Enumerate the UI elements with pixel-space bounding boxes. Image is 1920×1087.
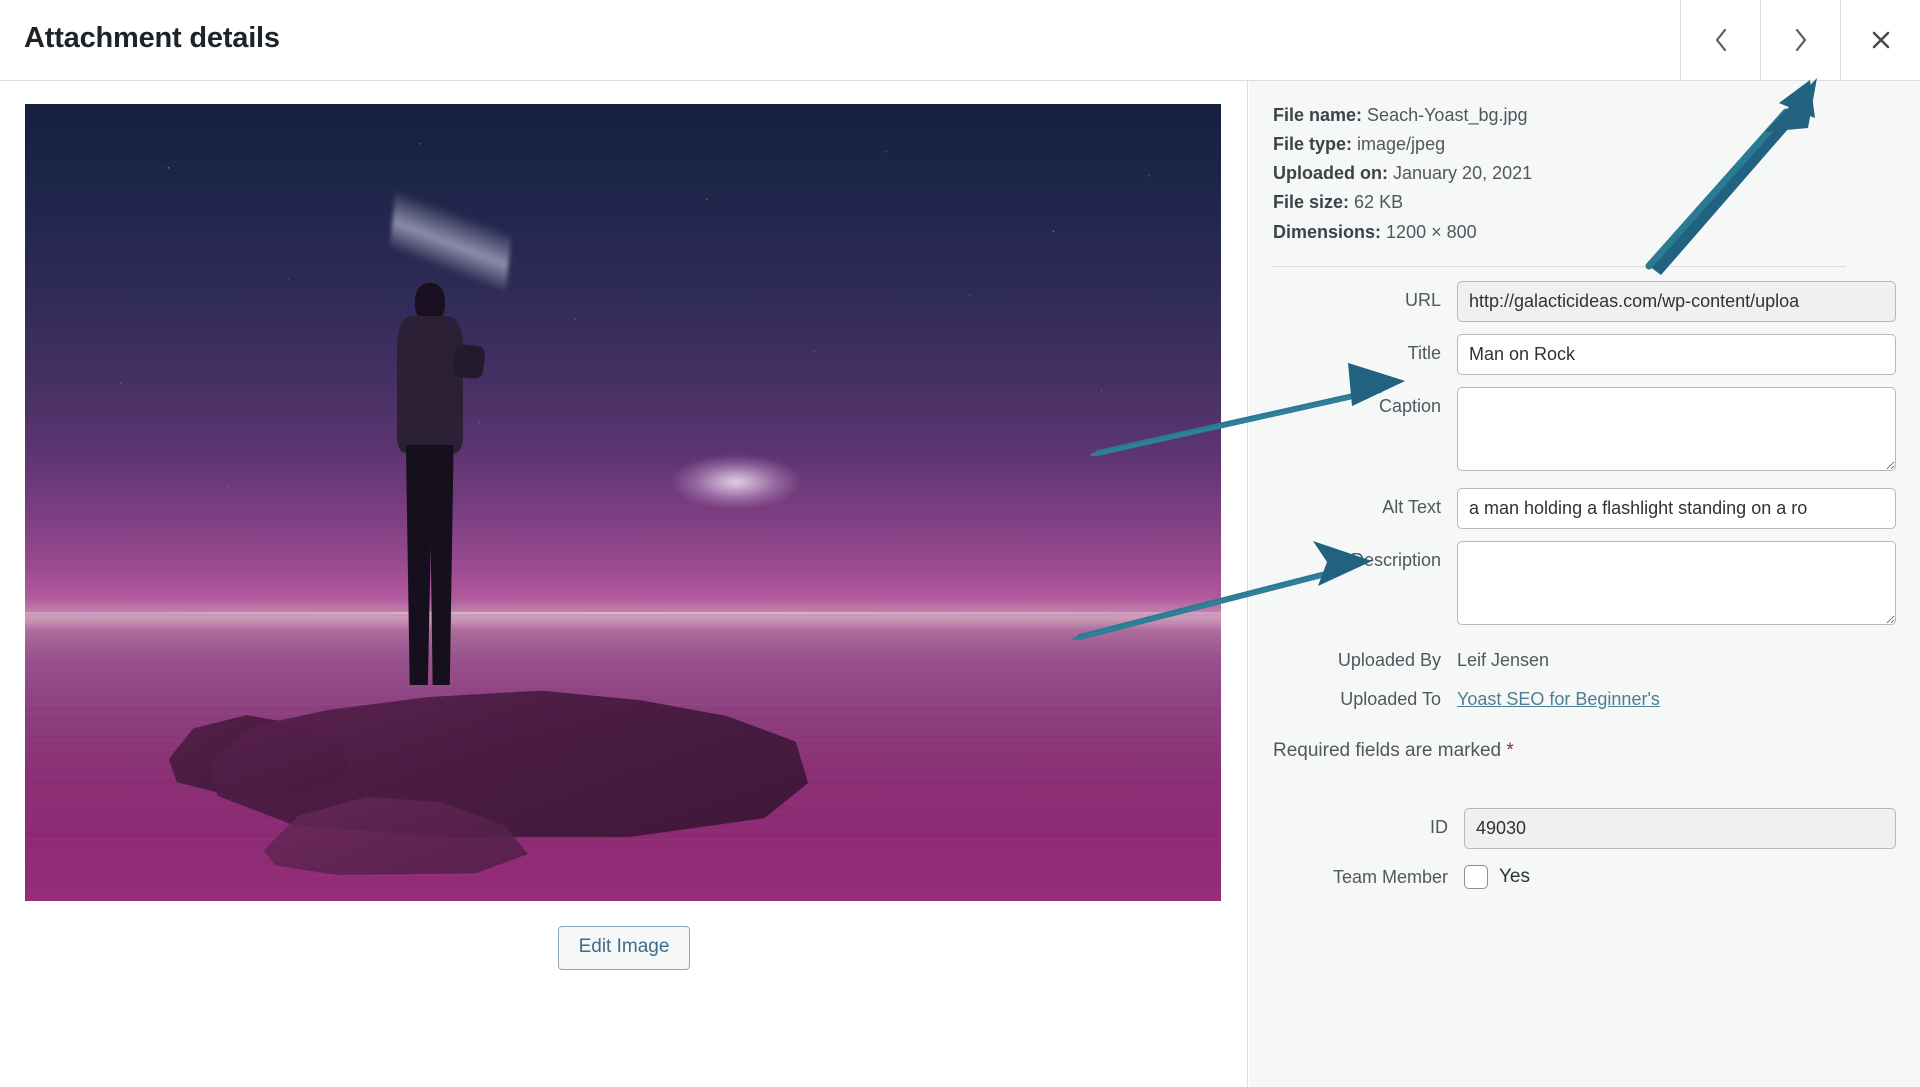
meta-dimensions-label: Dimensions: xyxy=(1273,221,1382,242)
caption-row: Caption xyxy=(1249,387,1920,476)
uploaded-by-value: Leif Jensen xyxy=(1457,650,1550,670)
meta-dimensions: Dimensions: 1200 × 800 xyxy=(1273,218,1873,247)
attachment-details-modal: Attachment details Edit Image File name:… xyxy=(0,0,1920,1087)
meta-file-type-value: image/jpeg xyxy=(1357,134,1446,155)
meta-file-size: File size: 62 KB xyxy=(1273,188,1873,217)
meta-file-type: File type: image/jpeg xyxy=(1273,130,1873,159)
person-arm xyxy=(451,344,485,381)
uploaded-by-row: Uploaded By Leif Jensen xyxy=(1249,650,1920,671)
description-textarea[interactable] xyxy=(1457,541,1896,625)
person-torso xyxy=(396,316,463,454)
alt-text-input[interactable] xyxy=(1457,488,1896,529)
meta-file-size-value: 62 KB xyxy=(1354,192,1404,213)
meta-file-name: File name: Seach-Yoast_bg.jpg xyxy=(1273,101,1873,130)
uploaded-to-row: Uploaded To Yoast SEO for Beginner's xyxy=(1249,689,1920,710)
attachment-preview-image xyxy=(25,104,1221,901)
modal-header: Attachment details xyxy=(0,0,1920,81)
person-silhouette xyxy=(372,283,486,697)
caption-textarea[interactable] xyxy=(1457,387,1896,471)
required-fields-note: Required fields are marked * xyxy=(1273,740,1920,762)
meta-uploaded-on-label: Uploaded on: xyxy=(1273,163,1388,184)
close-modal-button[interactable] xyxy=(1840,0,1920,80)
meta-file-size-label: File size: xyxy=(1273,192,1350,213)
media-preview-pane: Edit Image xyxy=(0,81,1248,1087)
edit-image-row: Edit Image xyxy=(0,926,1248,970)
meta-file-type-label: File type: xyxy=(1273,134,1353,155)
attachment-fields: URL Title Caption Alt Text xyxy=(1249,281,1920,901)
close-icon xyxy=(1869,28,1893,52)
uploaded-to-label: Uploaded To xyxy=(1340,689,1441,709)
team-member-row: Team Member Yes xyxy=(1249,865,1920,889)
person-legs xyxy=(405,444,454,686)
meta-file-name-value: Seach-Yoast_bg.jpg xyxy=(1367,105,1528,125)
required-fields-text: Required fields are marked xyxy=(1273,740,1507,761)
description-row: Description xyxy=(1249,541,1920,630)
title-label: Title xyxy=(1407,343,1441,363)
meta-file-name-label: File name: xyxy=(1273,105,1363,125)
person-head xyxy=(414,283,445,321)
id-input[interactable] xyxy=(1464,808,1896,849)
team-member-checkbox[interactable] xyxy=(1464,865,1488,889)
custom-fields: ID Team Member Yes xyxy=(1249,808,1920,889)
team-member-label: Team Member xyxy=(1332,866,1448,887)
page-title: Attachment details xyxy=(24,22,280,54)
id-row: ID xyxy=(1249,808,1920,849)
divider xyxy=(1273,266,1846,267)
cloud-glow xyxy=(670,454,801,509)
description-label: Description xyxy=(1350,550,1441,570)
team-member-option-label: Yes xyxy=(1499,866,1530,887)
meta-uploaded-on: Uploaded on: January 20, 2021 xyxy=(1273,159,1873,188)
url-row: URL xyxy=(1249,281,1920,322)
url-input[interactable] xyxy=(1457,281,1896,322)
attachment-details-pane: File name: Seach-Yoast_bg.jpg File type:… xyxy=(1249,81,1920,1087)
previous-attachment-button[interactable] xyxy=(1680,0,1760,80)
required-marker: * xyxy=(1506,740,1514,761)
header-button-group xyxy=(1680,0,1920,80)
chevron-right-icon xyxy=(1790,25,1812,55)
title-row: Title xyxy=(1249,334,1920,375)
uploaded-by-label: Uploaded By xyxy=(1337,650,1441,670)
alt-text-label: Alt Text xyxy=(1382,497,1441,517)
meta-uploaded-on-value: January 20, 2021 xyxy=(1393,163,1533,184)
meta-dimensions-value: 1200 × 800 xyxy=(1386,221,1477,242)
chevron-left-icon xyxy=(1710,25,1732,55)
uploaded-to-link[interactable]: Yoast SEO for Beginner's xyxy=(1457,689,1660,710)
caption-label: Caption xyxy=(1378,396,1441,416)
title-input[interactable] xyxy=(1457,334,1896,375)
edit-image-button[interactable]: Edit Image xyxy=(557,926,691,970)
file-metadata-list: File name: Seach-Yoast_bg.jpg File type:… xyxy=(1273,101,1873,247)
id-label: ID xyxy=(1430,817,1448,837)
next-attachment-button[interactable] xyxy=(1760,0,1840,80)
alt-text-row: Alt Text xyxy=(1249,488,1920,529)
url-label: URL xyxy=(1404,290,1441,310)
